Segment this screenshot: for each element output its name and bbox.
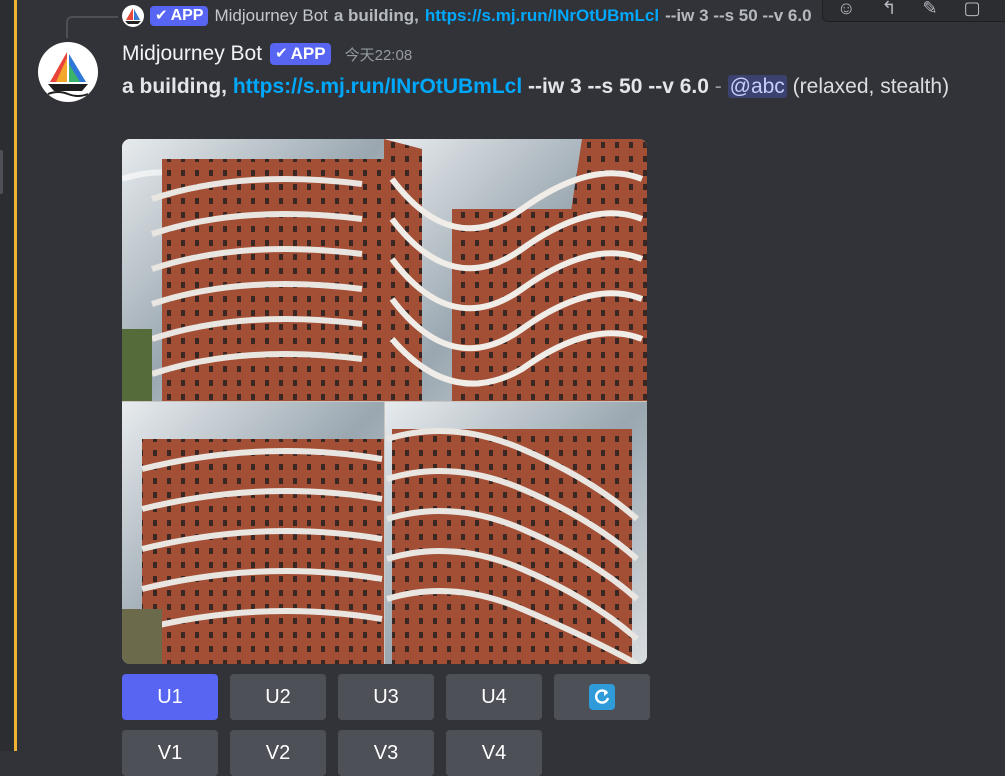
mention-highlight-bar xyxy=(14,0,17,751)
bot-avatar[interactable] xyxy=(38,42,98,102)
prompt-params: --iw 3 --s 50 --v 6.0 xyxy=(528,75,709,98)
refresh-icon xyxy=(589,684,615,710)
reply-reference[interactable]: ✔ APP Midjourney Bot a building, https://… xyxy=(122,5,812,27)
generated-image-grid[interactable] xyxy=(122,139,647,664)
variation-button-1[interactable]: V1 xyxy=(122,730,218,776)
app-badge: ✔ APP xyxy=(270,43,331,65)
reply-params: --iw 3 --s 50 --v 6.0 xyxy=(665,6,812,25)
reaction-icon[interactable]: ☺ xyxy=(837,0,855,21)
edit-icon[interactable]: ✎ xyxy=(922,0,937,21)
checkmark-icon: ✔ xyxy=(155,7,168,24)
scroll-notch xyxy=(0,150,3,194)
generation-mode: (relaxed, stealth) xyxy=(792,75,950,98)
author-name[interactable]: Midjourney Bot xyxy=(122,42,262,66)
sailboat-logo-icon xyxy=(47,52,89,97)
prompt-text: a building, xyxy=(122,75,227,98)
more-icon[interactable]: ▢ xyxy=(964,0,981,21)
app-badge: ✔ APP xyxy=(150,6,209,26)
reply-icon[interactable]: ↰ xyxy=(881,0,896,21)
building-image xyxy=(122,139,647,664)
user-mention[interactable]: @abc xyxy=(727,75,787,98)
variation-button-4[interactable]: V4 xyxy=(446,730,542,776)
upscale-button-2[interactable]: U2 xyxy=(230,674,326,720)
server-list-edge xyxy=(0,0,14,751)
message-hover-toolbar: ☺ ↰ ✎ ▢ xyxy=(822,0,1005,22)
checkmark-icon: ✔ xyxy=(275,45,288,62)
prompt-link[interactable]: https://s.mj.run/INrOtUBmLcl xyxy=(233,75,522,98)
sailboat-logo-icon[interactable] xyxy=(122,5,144,27)
message-header: Midjourney Bot ✔ APP 今天22:08 xyxy=(122,40,412,68)
variation-button-3[interactable]: V3 xyxy=(338,730,434,776)
upscale-button-4[interactable]: U4 xyxy=(446,674,542,720)
reroll-button[interactable] xyxy=(554,674,650,720)
reply-link[interactable]: https://s.mj.run/INrOtUBmLcl xyxy=(425,6,659,26)
reply-author[interactable]: Midjourney Bot xyxy=(214,6,327,26)
reply-text: a building, xyxy=(333,6,419,25)
upscale-button-1[interactable]: U1 xyxy=(122,674,218,720)
upscale-button-3[interactable]: U3 xyxy=(338,674,434,720)
separator: - xyxy=(714,75,722,98)
reply-spine xyxy=(66,16,118,38)
timestamp[interactable]: 今天22:08 xyxy=(345,44,413,65)
message-content: a building, https://s.mj.run/INrOtUBmLcl… xyxy=(122,70,982,103)
variation-button-2[interactable]: V2 xyxy=(230,730,326,776)
